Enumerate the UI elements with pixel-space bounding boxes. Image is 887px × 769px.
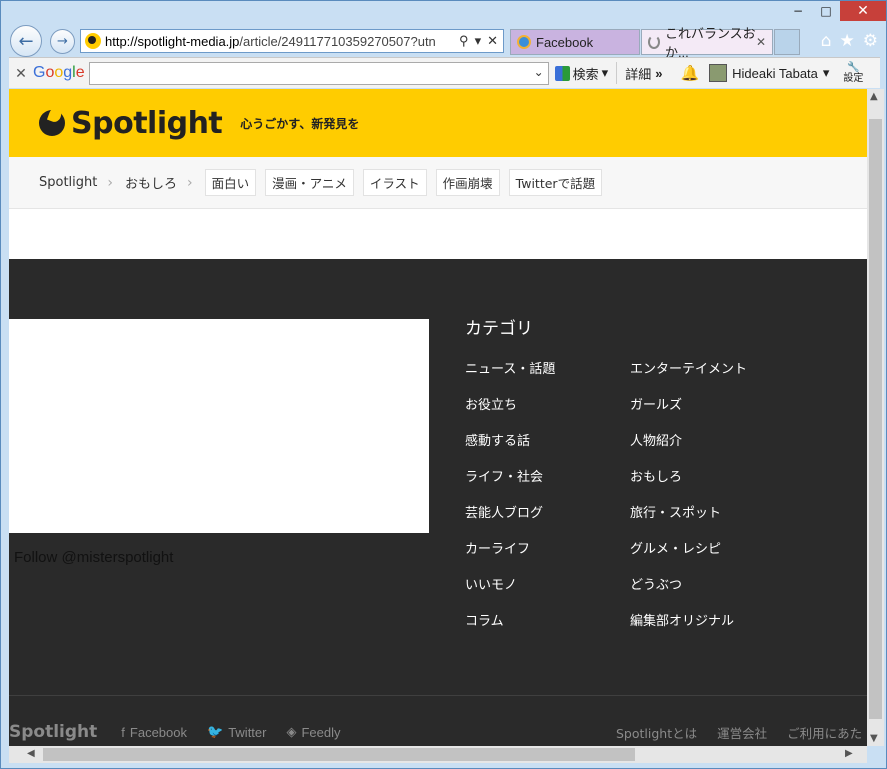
close-window-button[interactable]: ✕ <box>840 1 886 21</box>
ie-icon <box>517 35 531 49</box>
terms-link[interactable]: ご利用にあた <box>787 723 862 742</box>
address-text[interactable]: http://spotlight-media.jp/article/249117… <box>105 34 454 49</box>
gear-icon[interactable]: ⚙ <box>863 31 878 51</box>
chevron-right-icon: › <box>187 174 193 191</box>
tag-link[interactable]: 漫画・アニメ <box>265 169 354 196</box>
category-list-left: ニュース・話題 お役立ち 感動する話 ライフ・社会 芸能人ブログ カーライフ い… <box>465 361 555 649</box>
scroll-up-icon[interactable]: ▲ <box>870 91 878 102</box>
avatar <box>709 64 728 82</box>
site-favicon-icon <box>85 33 101 49</box>
scrollbar-thumb[interactable] <box>43 748 635 761</box>
scroll-down-icon[interactable]: ▼ <box>870 733 878 744</box>
company-link[interactable]: 運営会社 <box>717 723 767 742</box>
scroll-left-icon[interactable]: ◀ <box>27 748 35 759</box>
dropdown-arrow-icon: ▾ <box>822 65 830 80</box>
site-header: Spotlight 心うごかす、新発見を <box>9 89 867 157</box>
category-link[interactable]: コラム <box>465 613 555 649</box>
category-heading: カテゴリ <box>465 319 533 339</box>
arrow-left-icon: ← <box>18 30 34 52</box>
chevron-down-icon[interactable]: ⌄ <box>534 65 544 79</box>
home-icon[interactable]: ⌂ <box>821 31 832 51</box>
category-link[interactable]: ライフ・社会 <box>465 469 555 505</box>
category-link[interactable]: 旅行・スポット <box>630 505 747 541</box>
loading-icon <box>648 35 660 49</box>
about-link[interactable]: Spotlightとは <box>616 723 697 742</box>
category-link[interactable]: お役立ち <box>465 397 555 433</box>
site-logo[interactable]: Spotlight <box>39 106 223 141</box>
category-link[interactable]: 芸能人ブログ <box>465 505 555 541</box>
horizontal-scrollbar[interactable]: ◀ ▶ <box>9 746 867 763</box>
tag-link[interactable]: 作画崩壊 <box>435 169 500 196</box>
google-toolbar: ✕ Google ⌄ 検索 ▾ 詳細 » 🔔 Hideaki Tabata ▾ … <box>9 57 880 88</box>
footer-divider <box>9 695 867 696</box>
google-search-button[interactable]: 検索 ▾ <box>554 64 609 83</box>
content-spacer <box>9 210 867 259</box>
navigation-bar: ← → http://spotlight-media.jp/article/24… <box>1 25 887 60</box>
footer-bottom-bar: Spotlight f Facebook 🐦 Twitter ◈ Feedly Spo… <box>9 717 867 746</box>
breadcrumb-home-link[interactable]: Spotlight <box>39 175 97 190</box>
more-details-button[interactable]: 詳細 » <box>625 64 662 83</box>
notification-bell-icon[interactable]: 🔔 <box>680 64 699 82</box>
site-footer: Follow @misterspotlight カテゴリ ニュース・話題 お役立… <box>9 259 867 746</box>
category-link[interactable]: おもしろ <box>630 469 747 505</box>
site-tagline: 心うごかす、新発見を <box>240 116 360 131</box>
window-controls: − □ ✕ <box>784 1 886 23</box>
feedly-icon: ◈ <box>286 724 297 739</box>
twitter-bird-icon: 🐦 <box>207 724 224 739</box>
category-link[interactable]: いいモノ <box>465 577 555 613</box>
category-link[interactable]: ガールズ <box>630 397 747 433</box>
tag-link[interactable]: イラスト <box>362 169 427 196</box>
minimize-button[interactable]: − <box>784 1 812 21</box>
close-toolbar-icon[interactable]: ✕ <box>9 65 33 82</box>
forward-button[interactable]: → <box>50 29 75 54</box>
vertical-scrollbar[interactable]: ▲ ▼ <box>867 89 884 746</box>
breadcrumb-category-link[interactable]: おもしろ <box>125 173 177 192</box>
close-tab-icon[interactable]: ✕ <box>756 35 766 49</box>
tag-link[interactable]: Twitterで話題 <box>508 169 603 196</box>
google-logo: Google <box>33 64 85 81</box>
category-list-right: エンターテイメント ガールズ 人物紹介 おもしろ 旅行・スポット グルメ・レシピ… <box>630 361 747 649</box>
chevron-right-icon: › <box>107 174 113 191</box>
address-bar[interactable]: http://spotlight-media.jp/article/249117… <box>80 29 504 53</box>
category-link[interactable]: エンターテイメント <box>630 361 747 397</box>
google-search-input[interactable]: ⌄ <box>88 61 549 85</box>
category-link[interactable]: ニュース・話題 <box>465 361 555 397</box>
back-button[interactable]: ← <box>10 25 42 57</box>
search-icon[interactable]: ⚲ <box>459 33 469 49</box>
scrollbar-thumb[interactable] <box>869 119 882 719</box>
category-link[interactable]: 人物紹介 <box>630 433 747 469</box>
category-link[interactable]: カーライフ <box>465 541 555 577</box>
category-link[interactable]: 編集部オリジナル <box>630 613 747 649</box>
tag-link[interactable]: 面白い <box>204 169 257 196</box>
stop-icon[interactable]: ✕ <box>487 33 498 49</box>
page-viewport: Spotlight 心うごかす、新発見を Spotlight › おもしろ › … <box>9 89 867 746</box>
follow-link[interactable]: Follow @misterspotlight <box>14 549 173 566</box>
facebook-icon: f <box>121 724 125 740</box>
settings-button[interactable]: 🔧 設定 <box>843 62 863 84</box>
social-embed-box <box>9 319 429 533</box>
google-search-icon <box>554 65 570 81</box>
category-link[interactable]: どうぶつ <box>630 577 747 613</box>
category-link[interactable]: グルメ・レシピ <box>630 541 747 577</box>
facebook-link[interactable]: f Facebook <box>121 725 187 740</box>
twitter-link[interactable]: 🐦 Twitter <box>207 724 266 740</box>
wrench-icon: 🔧 <box>847 62 860 73</box>
tab-facebook[interactable]: Facebook <box>510 29 640 55</box>
maximize-button[interactable]: □ <box>812 1 840 21</box>
footer-logo[interactable]: Spotlight <box>9 722 97 742</box>
spotlight-logo-icon <box>39 110 65 136</box>
new-tab-button[interactable] <box>774 29 800 55</box>
feedly-link[interactable]: ◈ Feedly <box>286 724 340 740</box>
category-link[interactable]: 感動する話 <box>465 433 555 469</box>
scroll-right-icon[interactable]: ▶ <box>845 748 853 759</box>
dropdown-arrow-icon[interactable]: ▾ <box>475 33 482 49</box>
breadcrumb: Spotlight › おもしろ › 面白い 漫画・アニメ イラスト 作画崩壊 … <box>9 157 867 209</box>
browser-window: − □ ✕ ← → http://spotlight-media.jp/arti… <box>0 0 887 769</box>
arrow-right-icon: → <box>57 34 68 49</box>
dropdown-arrow-icon: ▾ <box>601 65 609 80</box>
favorites-star-icon[interactable]: ★ <box>840 31 855 51</box>
user-account-menu[interactable]: Hideaki Tabata ▾ <box>709 64 829 82</box>
tab-active-article[interactable]: これバランスおか... ✕ <box>641 26 773 60</box>
